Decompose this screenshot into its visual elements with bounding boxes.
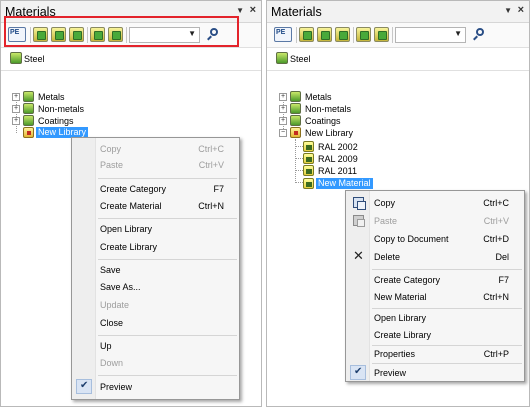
- menu-item-open-library[interactable]: Open Library: [72, 221, 239, 237]
- properties-editor-button[interactable]: PE: [274, 27, 292, 42]
- pin-icon[interactable]: ▼: [504, 6, 512, 15]
- material-icon: [10, 52, 22, 64]
- materials-panel-left: Materials ▼ × PE ▼ Steel + Metals + Non-…: [0, 0, 262, 407]
- menu-item-copy[interactable]: Copy Ctrl+C: [72, 141, 239, 157]
- category-icon: [23, 91, 34, 102]
- menu-item-create-category[interactable]: Create Category F7: [72, 181, 239, 197]
- new-material-button[interactable]: [317, 27, 332, 42]
- search-icon[interactable]: [472, 27, 486, 43]
- toolbar-separator: [353, 27, 354, 43]
- expand-icon[interactable]: +: [279, 117, 287, 125]
- menu-item-close[interactable]: Close: [72, 315, 239, 331]
- menu-item-open-library[interactable]: Open Library: [346, 310, 524, 326]
- category-icon: [290, 103, 301, 114]
- toolbar-separator: [392, 27, 393, 43]
- menu-item-create-library[interactable]: Create Library: [346, 327, 524, 343]
- category-icon: [290, 115, 301, 126]
- toolbar: PE ▼: [267, 23, 529, 47]
- materials-panel-right: Materials ▼ × PE ▼ Steel + Metals + Non-…: [266, 0, 530, 407]
- material-icon: [303, 141, 314, 152]
- menu-item-preview[interactable]: ✔ Preview: [72, 379, 239, 395]
- menu-item-properties[interactable]: Properties Ctrl+P: [346, 346, 524, 362]
- expand-icon[interactable]: +: [279, 105, 287, 113]
- panel-title-bar: Materials ▼ ×: [267, 1, 529, 23]
- expand-icon[interactable]: +: [12, 105, 20, 113]
- menu-item-save-as[interactable]: Save As...: [72, 279, 239, 295]
- category-icon: [23, 103, 34, 114]
- chevron-down-icon[interactable]: ▼: [454, 29, 462, 38]
- open-library-button[interactable]: [356, 27, 371, 42]
- menu-item-update[interactable]: Update: [72, 297, 239, 313]
- menu-item-create-material[interactable]: Create Material Ctrl+N: [72, 198, 239, 214]
- current-material-label: Steel: [290, 54, 311, 64]
- menu-item-save[interactable]: Save: [72, 262, 239, 278]
- context-menu-library: Copy Ctrl+C Paste Ctrl+V Create Category F7…: [71, 137, 240, 400]
- toolbar-separator: [296, 27, 297, 43]
- toolbar-highlight-box: [4, 16, 239, 47]
- create-library-button[interactable]: [374, 27, 389, 42]
- menu-item-up[interactable]: Up: [72, 338, 239, 354]
- category-icon: [23, 115, 34, 126]
- menu-item-delete[interactable]: ✕ Delete Del: [346, 249, 524, 265]
- menu-item-copy-to-document[interactable]: Copy to Document Ctrl+D: [346, 231, 524, 247]
- menu-item-paste[interactable]: Paste Ctrl+V: [346, 213, 524, 229]
- menu-item-preview[interactable]: ✔ Preview: [346, 365, 524, 381]
- material-icon: [303, 178, 314, 189]
- material-icon: [276, 52, 288, 64]
- menu-item-new-material[interactable]: New Material Ctrl+N: [346, 289, 524, 305]
- checkmark-icon: ✔: [76, 379, 92, 394]
- expand-icon[interactable]: +: [279, 93, 287, 101]
- pin-icon[interactable]: ▼: [236, 6, 244, 15]
- material-library-button[interactable]: [335, 27, 350, 42]
- filter-combo[interactable]: ▼: [395, 27, 466, 43]
- menu-item-create-library[interactable]: Create Library: [72, 239, 239, 255]
- menu-item-down[interactable]: Down: [72, 355, 239, 371]
- copy-icon: [353, 197, 366, 210]
- context-menu-material: Copy Ctrl+C Paste Ctrl+V Copy to Document C…: [345, 190, 525, 382]
- expand-icon[interactable]: +: [12, 117, 20, 125]
- library-icon: [23, 127, 34, 138]
- menu-item-copy[interactable]: Copy Ctrl+C: [346, 195, 524, 211]
- current-material-label: Steel: [24, 54, 45, 64]
- delete-icon: ✕: [353, 248, 364, 263]
- paste-icon: [353, 215, 365, 227]
- close-icon[interactable]: ×: [518, 4, 524, 16]
- current-material-header[interactable]: Steel: [267, 47, 529, 71]
- collapse-icon[interactable]: −: [279, 129, 287, 137]
- new-category-button[interactable]: [299, 27, 314, 42]
- menu-item-paste[interactable]: Paste Ctrl+V: [72, 157, 239, 173]
- material-icon: [303, 165, 314, 176]
- library-icon: [290, 127, 301, 138]
- expand-icon[interactable]: +: [12, 93, 20, 101]
- current-material-header[interactable]: Steel: [1, 47, 261, 71]
- panel-title: Materials: [271, 5, 322, 19]
- checkmark-icon: ✔: [350, 365, 366, 380]
- category-icon: [290, 91, 301, 102]
- menu-item-create-category[interactable]: Create Category F7: [346, 272, 524, 288]
- close-icon[interactable]: ×: [250, 4, 256, 16]
- material-icon: [303, 153, 314, 164]
